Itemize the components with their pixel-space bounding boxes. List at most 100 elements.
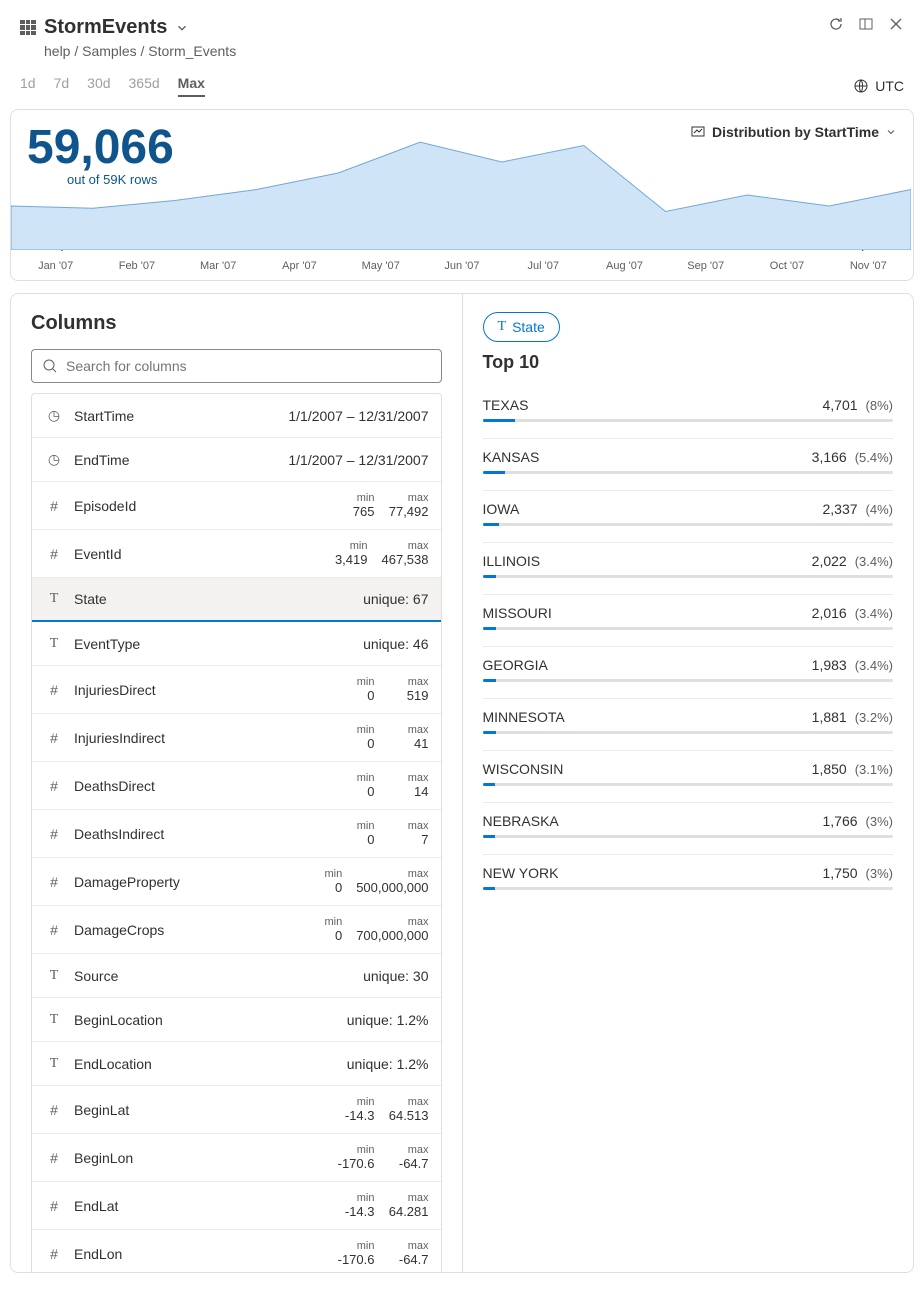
close-icon[interactable] <box>888 16 904 32</box>
hash-icon: # <box>44 730 64 746</box>
top-item-bar <box>483 419 894 422</box>
max-label: max <box>408 1144 429 1156</box>
top-item-georgia[interactable]: GEORGIA1,983(3.4%) <box>483 647 894 699</box>
top-item-count: 1,850 <box>812 761 847 777</box>
header-actions <box>828 16 904 32</box>
min-value: 3,419 <box>335 552 368 567</box>
min-value: -170.6 <box>338 1156 375 1171</box>
column-summary: unique: 67 <box>363 591 428 607</box>
column-search-input[interactable] <box>66 358 431 374</box>
column-row-starttime[interactable]: ◷StartTime1/1/2007 – 12/31/2007 <box>32 394 441 438</box>
top-item-iowa[interactable]: IOWA2,337(4%) <box>483 491 894 543</box>
top-item-minnesota[interactable]: MINNESOTA1,881(3.2%) <box>483 699 894 751</box>
top-item-kansas[interactable]: KANSAS3,166(5.4%) <box>483 439 894 491</box>
column-row-episodeid[interactable]: #EpisodeIdmin765max77,492 <box>32 482 441 530</box>
top-item-new-york[interactable]: NEW YORK1,750(3%) <box>483 855 894 906</box>
max-label: max <box>408 676 429 688</box>
column-search[interactable] <box>31 349 442 383</box>
column-row-endtime[interactable]: ◷EndTime1/1/2007 – 12/31/2007 <box>32 438 441 482</box>
column-row-injuriesindirect[interactable]: #InjuriesIndirectmin0max41 <box>32 714 441 762</box>
hash-icon: # <box>44 1198 64 1214</box>
min-value: 0 <box>335 928 342 943</box>
top-item-texas[interactable]: TEXAS4,701(8%) <box>483 387 894 439</box>
time-tab-max[interactable]: Max <box>178 75 205 97</box>
chip-label: State <box>512 319 545 335</box>
time-tab-1d[interactable]: 1d <box>20 75 36 97</box>
time-tab-7d[interactable]: 7d <box>54 75 70 97</box>
column-name: DamageProperty <box>74 874 302 890</box>
row-subtext: out of 59K rows <box>27 172 174 187</box>
top-item-pct: (4%) <box>866 502 893 517</box>
column-row-endlocation[interactable]: TEndLocationunique: 1.2% <box>32 1042 441 1086</box>
max-value: 64.281 <box>389 1204 429 1219</box>
refresh-icon[interactable] <box>828 16 844 32</box>
top-item-bar <box>483 679 894 682</box>
column-name: StartTime <box>74 408 288 424</box>
time-tab-30d[interactable]: 30d <box>87 75 110 97</box>
column-row-damageproperty[interactable]: #DamagePropertymin0max500,000,000 <box>32 858 441 906</box>
view-switch-icon[interactable] <box>858 16 874 32</box>
timezone-selector[interactable]: UTC <box>853 78 904 94</box>
columns-list: ◷StartTime1/1/2007 – 12/31/2007◷EndTime1… <box>31 393 442 1272</box>
min-label: min <box>324 868 342 880</box>
hash-icon: # <box>44 546 64 562</box>
top-item-name: KANSAS <box>483 449 812 465</box>
top-item-nebraska[interactable]: NEBRASKA1,766(3%) <box>483 803 894 855</box>
x-tick: May '07 <box>340 260 421 272</box>
timezone-label: UTC <box>875 78 904 94</box>
column-row-beginlon[interactable]: #BeginLonmin-170.6max-64.7 <box>32 1134 441 1182</box>
top-item-pct: (3%) <box>866 866 893 881</box>
column-row-beginlocation[interactable]: TBeginLocationunique: 1.2% <box>32 998 441 1042</box>
globe-icon <box>853 78 869 94</box>
time-tab-365d[interactable]: 365d <box>129 75 160 97</box>
min-label: min <box>357 676 375 688</box>
column-row-injuriesdirect[interactable]: #InjuriesDirectmin0max519 <box>32 666 441 714</box>
max-label: max <box>408 1096 429 1108</box>
top-item-count: 1,983 <box>812 657 847 673</box>
column-chip[interactable]: T State <box>483 312 560 342</box>
hash-icon: # <box>44 1150 64 1166</box>
top-item-illinois[interactable]: ILLINOIS2,022(3.4%) <box>483 543 894 595</box>
column-row-endlon[interactable]: #EndLonmin-170.6max-64.7 <box>32 1230 441 1272</box>
column-row-source[interactable]: TSourceunique: 30 <box>32 954 441 998</box>
max-label: max <box>408 724 429 736</box>
min-label: min <box>357 1192 375 1204</box>
top-item-name: NEBRASKA <box>483 813 823 829</box>
breadcrumb[interactable]: help / Samples / Storm_Events <box>20 43 236 59</box>
column-name: State <box>74 591 363 607</box>
title-row[interactable]: StormEvents <box>20 16 236 39</box>
column-row-beginlat[interactable]: #BeginLatmin-14.3max64.513 <box>32 1086 441 1134</box>
min-value: -14.3 <box>345 1204 375 1219</box>
top-item-count: 2,337 <box>823 501 858 517</box>
column-name: EndLon <box>74 1246 335 1262</box>
time-tabs: 1d 7d 30d 365d Max <box>20 75 205 97</box>
column-row-eventid[interactable]: #EventIdmin3,419max467,538 <box>32 530 441 578</box>
top-item-bar <box>483 731 894 734</box>
x-tick: Jan '07 <box>15 260 96 272</box>
max-label: max <box>408 820 429 832</box>
chevron-down-icon[interactable] <box>175 21 189 35</box>
max-label: max <box>408 1240 429 1252</box>
column-row-state[interactable]: TStateunique: 67 <box>32 578 441 622</box>
top-item-pct: (3.4%) <box>855 658 893 673</box>
x-tick: Mar '07 <box>178 260 259 272</box>
top-item-name: WISCONSIN <box>483 761 812 777</box>
column-row-eventtype[interactable]: TEventTypeunique: 46 <box>32 622 441 666</box>
top-item-pct: (3.1%) <box>855 762 893 777</box>
top-item-count: 2,016 <box>812 605 847 621</box>
top-item-wisconsin[interactable]: WISCONSIN1,850 (3.1%) <box>483 751 894 803</box>
top-item-missouri[interactable]: MISSOURI2,016(3.4%) <box>483 595 894 647</box>
column-summary: 1/1/2007 – 12/31/2007 <box>288 408 428 424</box>
column-row-deathsindirect[interactable]: #DeathsIndirectmin0max7 <box>32 810 441 858</box>
column-row-damagecrops[interactable]: #DamageCropsmin0max700,000,000 <box>32 906 441 954</box>
top-item-name: NEW YORK <box>483 865 823 881</box>
min-label: min <box>357 772 375 784</box>
min-label: min <box>350 540 368 552</box>
column-row-endlat[interactable]: #EndLatmin-14.3max64.281 <box>32 1182 441 1230</box>
max-label: max <box>408 540 429 552</box>
min-label: min <box>357 724 375 736</box>
column-row-deathsdirect[interactable]: #DeathsDirectmin0max14 <box>32 762 441 810</box>
max-label: max <box>408 772 429 784</box>
distribution-dropdown[interactable]: Distribution by StartTime <box>690 124 897 140</box>
min-label: min <box>357 820 375 832</box>
